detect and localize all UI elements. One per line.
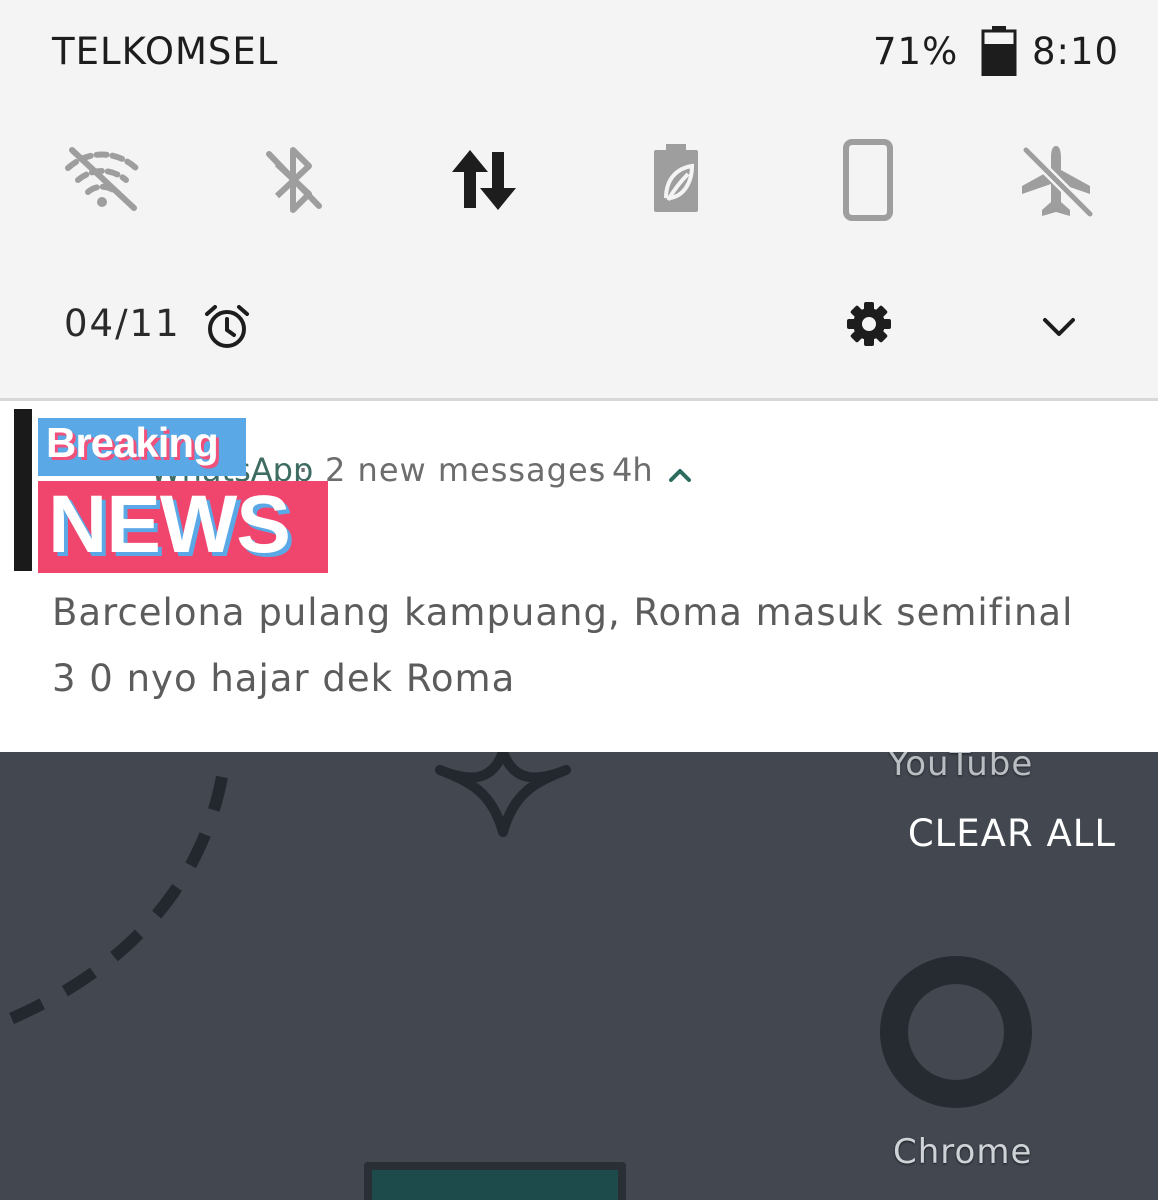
clock: 8:10 bbox=[1032, 30, 1120, 73]
battery-icon bbox=[981, 26, 1017, 76]
phone-portrait-icon bbox=[843, 139, 893, 221]
wifi-tile[interactable] bbox=[60, 138, 144, 222]
data-transfer-icon bbox=[452, 150, 516, 210]
bluetooth-tile[interactable] bbox=[251, 138, 335, 222]
auto-rotate-tile[interactable] bbox=[826, 138, 910, 222]
breaking-news-sticker-bar bbox=[14, 409, 32, 571]
carrier-name: TELKOMSEL bbox=[52, 30, 279, 73]
mobile-data-tile[interactable] bbox=[442, 138, 526, 222]
date-text: 04/11 bbox=[64, 302, 181, 345]
home-screen: YouTube Chrome CLEAR ALL bbox=[0, 752, 1158, 1200]
app-icon-partial[interactable] bbox=[364, 1162, 626, 1200]
quick-settings-panel: TELKOMSEL 71% 8:10 04/11 bbox=[0, 0, 1158, 398]
notification-summary: 2 new messages bbox=[325, 451, 607, 489]
clear-all-button[interactable]: CLEAR ALL bbox=[908, 812, 1116, 855]
separator-dot: · bbox=[590, 451, 601, 489]
battery-saver-tile[interactable] bbox=[634, 138, 718, 222]
airplane-off-icon bbox=[1022, 146, 1094, 218]
bluetooth-off-icon bbox=[266, 147, 322, 213]
app-label-chrome[interactable]: Chrome bbox=[893, 1132, 1032, 1172]
notification-message: 3 0 nyo hajar dek Roma bbox=[52, 657, 516, 700]
notification-message: Barcelona pulang kampuang, Roma masuk se… bbox=[52, 591, 1074, 634]
battery-saver-icon bbox=[654, 144, 698, 212]
gear-icon[interactable] bbox=[845, 300, 893, 348]
quick-settings-footer: 04/11 bbox=[0, 290, 1158, 360]
news-text: NEWS bbox=[48, 479, 291, 570]
status-bar: TELKOMSEL 71% 8:10 bbox=[0, 0, 1158, 100]
notification-time: 4h bbox=[612, 451, 653, 489]
wifi-off-icon bbox=[65, 147, 139, 211]
airplane-mode-tile[interactable] bbox=[1014, 138, 1098, 222]
chevron-up-icon[interactable] bbox=[664, 461, 696, 489]
alarm-clock-icon[interactable] bbox=[203, 302, 251, 350]
battery-percentage: 71% bbox=[873, 30, 959, 73]
chrome-icon[interactable] bbox=[878, 954, 1034, 1110]
breaking-news-text: Breaking bbox=[46, 419, 219, 466]
notification-card[interactable]: WhatsApp · 2 new messages · 4h Breaking … bbox=[0, 401, 1158, 752]
app-label-youtube[interactable]: YouTube bbox=[888, 752, 1033, 784]
chevron-down-icon[interactable] bbox=[1037, 304, 1081, 348]
